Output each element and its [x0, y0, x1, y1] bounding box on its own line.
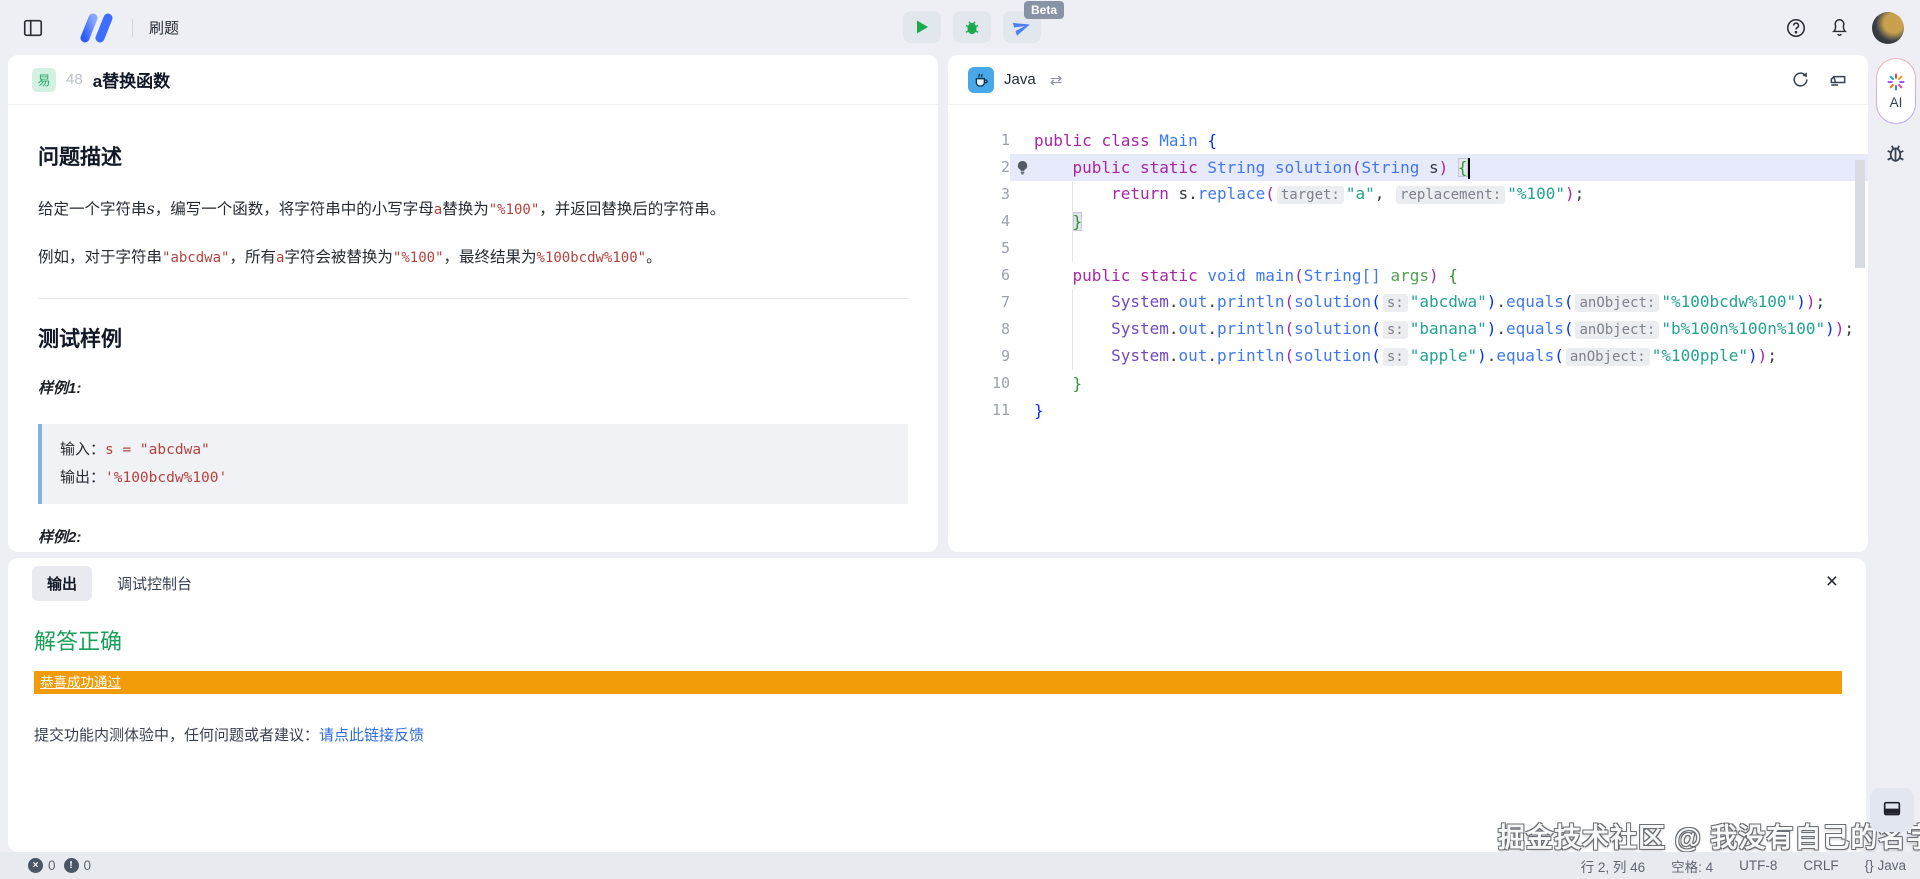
format-code-icon[interactable] [1828, 70, 1848, 90]
line-number: 1 [948, 127, 1010, 154]
inline-code: "%100" [489, 202, 540, 218]
problem-header: 易 48 a替换函数 [8, 55, 938, 105]
problem-title: a替换函数 [93, 67, 170, 92]
notifications-bell-icon[interactable] [1829, 17, 1850, 38]
errors-indicator[interactable]: × 0 [28, 858, 56, 873]
watermark: 掘金技术社区 @ 我没有自己的名字 [1498, 816, 1920, 855]
code-line-4[interactable]: 4 } [948, 208, 1868, 235]
encoding[interactable]: UTF-8 [1739, 858, 1777, 873]
code-line-5[interactable]: 5 [948, 235, 1868, 262]
inline-code: %100bcdw%100" [537, 250, 647, 266]
code-line-6[interactable]: 6 public static void main(String[] args)… [948, 262, 1868, 289]
warning-circle-icon: ! [64, 858, 79, 873]
monitor-widget-button[interactable] [1870, 788, 1914, 832]
lightbulb-icon [1010, 154, 1034, 181]
line-number: 6 [948, 262, 1010, 289]
line-number: 2 [948, 154, 1010, 181]
examples-heading: 测试样例 [38, 323, 908, 353]
inline-code: "%100" [393, 250, 444, 266]
inline-code: "abcdwa" [162, 250, 229, 266]
play-icon [914, 19, 930, 35]
code-line-1[interactable]: 1public class Main { [948, 127, 1868, 154]
line-number: 9 [948, 343, 1010, 370]
brand-label: 刷题 [149, 17, 179, 38]
result-title: 解答正确 [34, 624, 1840, 656]
run-button[interactable] [903, 11, 941, 43]
language-label: Java [1004, 71, 1036, 88]
example-1-output: 输出：'%100bcdw%100' [60, 464, 890, 492]
code-line-10[interactable]: 10 } [948, 370, 1868, 397]
app-logo-icon[interactable] [76, 13, 116, 43]
braces-icon: {} [1865, 858, 1874, 873]
inline-code: a [434, 202, 442, 218]
code-line-2[interactable]: 2 public static String solution(String s… [948, 154, 1868, 181]
var-s: s [147, 199, 155, 218]
code-editor-panel: Java ⇄ 1public class Main {2 public stat… [948, 55, 1868, 552]
rail-debug-icon[interactable] [1883, 140, 1908, 165]
problem-id: 48 [66, 71, 83, 88]
description-paragraph-1: 给定一个字符串s，编写一个函数，将字符串中的小写字母a替换为"%100"，并返回… [38, 195, 908, 223]
difficulty-badge: 易 [32, 68, 56, 92]
indent-setting[interactable]: 空格: 4 [1671, 856, 1713, 876]
cursor-position[interactable]: 行 2, 列 46 [1581, 856, 1646, 876]
ai-sparkle-icon [1886, 72, 1906, 92]
success-banner: 恭喜成功通过 [34, 671, 1842, 694]
line-number: 8 [948, 316, 1010, 343]
line-number: 5 [948, 235, 1010, 262]
warnings-indicator[interactable]: ! 0 [64, 858, 92, 873]
example-1-block: 输入：s = "abcdwa" 输出：'%100bcdw%100' [38, 424, 908, 504]
bug-icon [963, 18, 981, 36]
language-mode[interactable]: {} Java [1865, 858, 1906, 873]
tab-debug-console[interactable]: 调试控制台 [102, 566, 207, 601]
reset-code-icon[interactable] [1791, 70, 1810, 89]
topbar-divider [132, 19, 133, 37]
code-line-9[interactable]: 9 System.out.println(solution(s:"apple")… [948, 343, 1868, 370]
code-line-7[interactable]: 7 System.out.println(solution(s:"abcdwa"… [948, 289, 1868, 316]
line-number: 10 [948, 370, 1010, 397]
example-2-label: 样例2: [38, 526, 908, 547]
description-heading: 问题描述 [38, 141, 908, 171]
monitor-icon [1881, 799, 1903, 821]
close-output-icon[interactable]: × [1826, 570, 1838, 594]
top-bar: 刷题 Beta [0, 0, 1920, 55]
line-number: 3 [948, 181, 1010, 208]
ai-label: AI [1890, 95, 1903, 110]
feedback-link[interactable]: 请点此链接反馈 [319, 727, 424, 744]
editor-header: Java ⇄ [948, 55, 1868, 105]
status-bar: × 0 ! 0 行 2, 列 46 空格: 4 UTF-8 CRLF {} Ja… [0, 852, 1920, 879]
line-number: 4 [948, 208, 1010, 235]
submit-button[interactable]: Beta [1003, 11, 1041, 43]
tab-output[interactable]: 输出 [32, 566, 92, 601]
line-number: 11 [948, 397, 1010, 424]
error-circle-icon: × [28, 858, 43, 873]
output-body: 解答正确 恭喜成功通过 提交功能内测体验中，任何问题或者建议：请点此链接反馈 [8, 624, 1866, 745]
output-header: 输出 调试控制台 × [8, 558, 1866, 608]
feedback-line: 提交功能内测体验中，任何问题或者建议：请点此链接反馈 [34, 724, 1840, 745]
ai-assistant-button[interactable]: AI [1876, 58, 1916, 124]
text-cursor [1468, 158, 1470, 179]
editor-scrollbar[interactable] [1855, 160, 1865, 268]
code-line-8[interactable]: 8 System.out.println(solution(s:"banana"… [948, 316, 1868, 343]
example-1-label: 样例1: [38, 377, 908, 398]
help-icon[interactable] [1785, 17, 1807, 39]
problem-body: 问题描述 给定一个字符串s，编写一个函数，将字符串中的小写字母a替换为"%100… [8, 105, 938, 552]
debug-button[interactable] [953, 11, 991, 43]
eol-setting[interactable]: CRLF [1803, 858, 1838, 873]
paper-plane-icon [1011, 16, 1034, 39]
example-1-input: 输入：s = "abcdwa" [60, 436, 890, 464]
problem-panel: 易 48 a替换函数 问题描述 给定一个字符串s，编写一个函数，将字符串中的小写… [8, 55, 938, 552]
code-editor[interactable]: 1public class Main {2 public static Stri… [948, 105, 1868, 552]
beta-badge: Beta [1024, 1, 1064, 19]
code-line-11[interactable]: 11} [948, 397, 1868, 424]
code-line-3[interactable]: 3 return s.replace(target:"a", replaceme… [948, 181, 1868, 208]
section-divider [38, 298, 908, 299]
line-number: 7 [948, 289, 1010, 316]
output-panel: 输出 调试控制台 × 解答正确 恭喜成功通过 提交功能内测体验中，任何问题或者建… [8, 558, 1866, 852]
java-language-icon [968, 67, 994, 93]
sidebar-toggle-icon[interactable] [22, 17, 44, 39]
description-paragraph-2: 例如，对于字符串"abcdwa"，所有a字符会被替换为"%100"，最终结果为%… [38, 245, 908, 271]
language-swap-icon[interactable]: ⇄ [1050, 71, 1063, 89]
user-avatar[interactable] [1872, 12, 1904, 44]
